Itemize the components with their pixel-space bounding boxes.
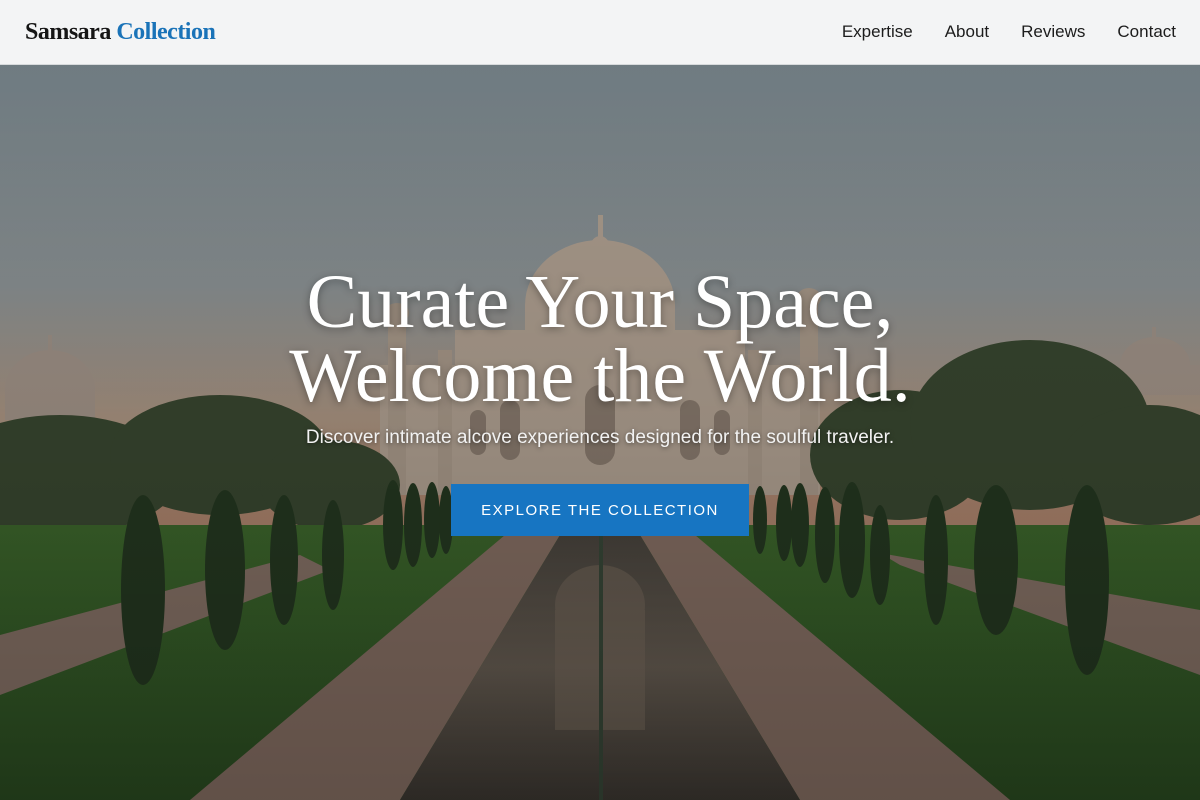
logo-primary-text: Samsara	[25, 18, 111, 45]
explore-collection-button[interactable]: EXPLORE THE COLLECTION	[451, 484, 749, 536]
nav-link-about[interactable]: About	[945, 22, 989, 42]
brand-logo[interactable]: Samsara Collection	[25, 18, 216, 46]
nav-link-contact[interactable]: Contact	[1117, 22, 1176, 42]
site-header: Samsara Collection Expertise About Revie…	[0, 0, 1200, 65]
nav-link-expertise[interactable]: Expertise	[842, 22, 913, 42]
main-nav: Expertise About Reviews Contact	[842, 22, 1176, 42]
hero-subtitle: Discover intimate alcove experiences des…	[305, 427, 895, 448]
nav-link-reviews[interactable]: Reviews	[1021, 22, 1085, 42]
hero-headline-line2: Welcome the World.	[289, 334, 911, 418]
hero-headline-line1: Curate Your Space,	[306, 260, 894, 344]
logo-accent-text: Collection	[116, 18, 216, 45]
hero-content: Curate Your Space, Welcome the World. Di…	[0, 65, 1200, 800]
hero-section: Curate Your Space, Welcome the World. Di…	[0, 65, 1200, 800]
hero-headline: Curate Your Space, Welcome the World.	[0, 260, 1200, 418]
